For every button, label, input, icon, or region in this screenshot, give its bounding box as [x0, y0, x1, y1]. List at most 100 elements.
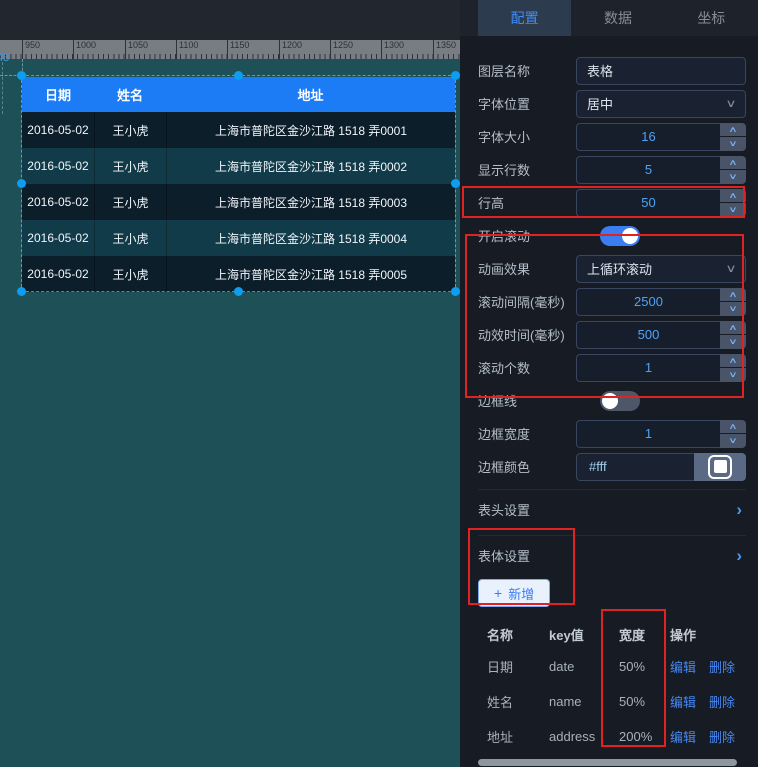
panel-body: 图层名称 字体位置 居中 ∨ 字体大小 ∧ ∨: [460, 36, 758, 766]
ruler-tick-label: 1200: [282, 40, 302, 50]
tab-coordinate[interactable]: 坐标: [665, 0, 758, 36]
row-height-label: 行高: [478, 193, 504, 212]
resize-handle[interactable]: [451, 179, 460, 188]
display-rows-input[interactable]: [576, 156, 720, 184]
ruler-tick-label: 1300: [384, 40, 404, 50]
toggle-knob: [602, 393, 618, 409]
columns-table-header: 名称 key值 宽度 操作: [478, 619, 746, 649]
table-widget-header-cell: 日期: [22, 77, 94, 112]
canvas-area[interactable]: 950 1000 1050 1100 1150 1200 1250 1300 1…: [0, 0, 460, 767]
table-widget[interactable]: 日期 姓名 地址 2016-05-02 王小虎 上海市普陀区金沙江路 1518 …: [22, 77, 455, 292]
plus-icon: +: [494, 585, 502, 601]
border-color-input[interactable]: #fff: [576, 453, 694, 481]
field-row-scroll-count: 滚动个数 ∧ ∨: [478, 351, 746, 384]
resize-handle[interactable]: [451, 287, 460, 296]
stepper-down-button[interactable]: ∨: [720, 170, 746, 184]
table-row: 2016-05-02 王小虎 上海市普陀区金沙江路 1518 弄0004: [22, 220, 455, 256]
column-key-cell: address: [540, 729, 610, 744]
field-row-row-height: 行高 ∧ ∨: [478, 186, 746, 219]
animation-time-input[interactable]: [576, 321, 720, 349]
scroll-count-input[interactable]: [576, 354, 720, 382]
stepper-up-button[interactable]: ∧: [720, 123, 746, 137]
stepper-up-button[interactable]: ∧: [720, 288, 746, 302]
section-header-settings[interactable]: 表头设置 ›: [478, 489, 746, 529]
field-row-border-width: 边框宽度 ∧ ∨: [478, 417, 746, 450]
horizontal-scrollbar[interactable]: [478, 759, 737, 766]
tab-config[interactable]: 配置: [478, 0, 571, 36]
stepper-up-button[interactable]: ∧: [720, 321, 746, 335]
horizontal-ruler: 950 1000 1050 1100 1150 1200 1250 1300 1…: [0, 40, 460, 59]
delete-link[interactable]: 删除: [709, 727, 735, 746]
resize-handle[interactable]: [17, 179, 26, 188]
resize-handle[interactable]: [17, 71, 26, 80]
scroll-interval-input[interactable]: [576, 288, 720, 316]
border-line-label: 边框线: [478, 391, 517, 410]
row-height-input[interactable]: [576, 189, 720, 217]
resize-handle[interactable]: [17, 287, 26, 296]
table-cell: 上海市普陀区金沙江路 1518 弄0001: [166, 112, 455, 148]
alignment-guide: [2, 62, 3, 114]
ruler-tick-label: 1100: [179, 40, 198, 50]
ruler-tick: 1000: [73, 40, 74, 59]
add-column-button[interactable]: + 新增: [478, 579, 550, 607]
field-row-scroll-interval: 滚动间隔(毫秒) ∧ ∨: [478, 285, 746, 318]
chevron-down-icon: ∨: [728, 436, 737, 445]
resize-handle[interactable]: [234, 71, 243, 80]
font-position-value: 居中: [587, 94, 613, 113]
resize-handle[interactable]: [234, 287, 243, 296]
table-cell: 王小虎: [94, 148, 166, 184]
app-window: 950 1000 1050 1100 1150 1200 1250 1300 1…: [0, 0, 758, 767]
table-cell: 王小虎: [94, 220, 166, 256]
font-size-label: 字体大小: [478, 127, 530, 146]
edit-link[interactable]: 编辑: [670, 727, 696, 746]
chevron-up-icon: ∧: [728, 191, 737, 200]
panel-tabs: 配置 数据 坐标: [460, 0, 758, 36]
ruler-tick: 950: [22, 40, 23, 59]
stepper-up-button[interactable]: ∧: [720, 420, 746, 434]
tab-data[interactable]: 数据: [571, 0, 664, 36]
enable-scroll-toggle[interactable]: [600, 226, 640, 246]
stepper-up-button[interactable]: ∧: [720, 354, 746, 368]
column-header-name: 名称: [478, 625, 540, 644]
stepper-up-button[interactable]: ∧: [720, 156, 746, 170]
chevron-down-icon: ∨: [728, 337, 737, 346]
column-key-cell: date: [540, 659, 610, 674]
edit-link[interactable]: 编辑: [670, 692, 696, 711]
chevron-down-icon: ∨: [728, 370, 737, 379]
stepper-down-button[interactable]: ∨: [720, 434, 746, 448]
ruler-tick: 1050: [125, 40, 126, 59]
stepper-up-button[interactable]: ∧: [720, 189, 746, 203]
field-row-animation-time: 动效时间(毫秒) ∧ ∨: [478, 318, 746, 351]
font-size-input[interactable]: [576, 123, 720, 151]
color-picker-button[interactable]: [694, 453, 746, 481]
stepper-down-button[interactable]: ∨: [720, 335, 746, 349]
columns-table: 名称 key值 宽度 操作 日期 date 50% 编辑 删除 姓名 n: [478, 619, 746, 766]
table-row: 2016-05-02 王小虎 上海市普陀区金沙江路 1518 弄0002: [22, 148, 455, 184]
layer-name-input[interactable]: [576, 57, 746, 85]
delete-link[interactable]: 删除: [709, 657, 735, 676]
columns-table-row: 日期 date 50% 编辑 删除: [478, 649, 746, 684]
border-line-toggle[interactable]: [600, 391, 640, 411]
section-body-settings[interactable]: 表体设置 ›: [478, 535, 746, 575]
animation-effect-select[interactable]: 上循环滚动 ∨: [576, 255, 746, 283]
field-row-font-position: 字体位置 居中 ∨: [478, 87, 746, 120]
stepper-down-button[interactable]: ∨: [720, 302, 746, 316]
field-row-enable-scroll: 开启滚动: [478, 219, 746, 252]
stepper-down-button[interactable]: ∨: [720, 368, 746, 382]
font-position-select[interactable]: 居中 ∨: [576, 90, 746, 118]
body-settings-label: 表体设置: [478, 546, 530, 565]
stepper-down-button[interactable]: ∨: [720, 137, 746, 151]
ruler-tick-label: 1000: [76, 40, 96, 50]
table-row: 2016-05-02 王小虎 上海市普陀区金沙江路 1518 弄0003: [22, 184, 455, 220]
chevron-up-icon: ∧: [728, 125, 737, 134]
table-cell: 王小虎: [94, 256, 166, 292]
edit-link[interactable]: 编辑: [670, 657, 696, 676]
resize-handle[interactable]: [451, 71, 460, 80]
canvas-top-band: [0, 0, 460, 40]
delete-link[interactable]: 删除: [709, 692, 735, 711]
ruler-tick: 1300: [381, 40, 382, 59]
column-header-width: 宽度: [610, 625, 661, 644]
stepper-down-button[interactable]: ∨: [720, 203, 746, 217]
table-cell: 2016-05-02: [22, 220, 94, 256]
border-width-input[interactable]: [576, 420, 720, 448]
